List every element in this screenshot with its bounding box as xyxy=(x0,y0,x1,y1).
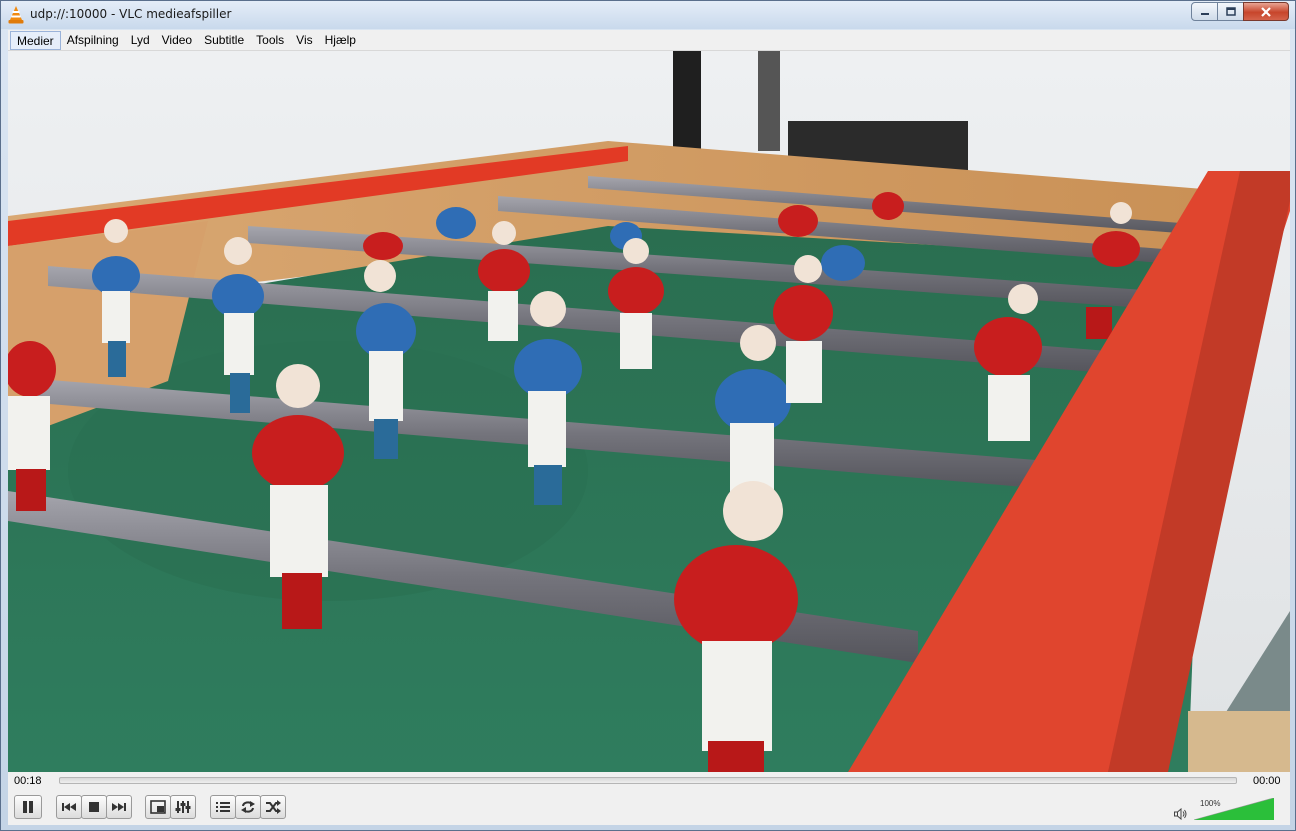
pause-icon xyxy=(23,801,33,813)
video-area[interactable] xyxy=(8,51,1290,772)
menu-lyd[interactable]: Lyd xyxy=(125,31,156,50)
menu-vis[interactable]: Vis xyxy=(290,31,318,50)
previous-button[interactable] xyxy=(56,795,82,819)
menu-tools[interactable]: Tools xyxy=(250,31,290,50)
vlc-window: udp://:10000 - VLC medieafspiller Medier… xyxy=(0,0,1296,831)
menu-afspilning[interactable]: Afspilning xyxy=(61,31,125,50)
shuffle-button[interactable] xyxy=(260,795,286,819)
maximize-button[interactable] xyxy=(1217,2,1244,21)
playlist-button[interactable] xyxy=(210,795,236,819)
elapsed-time: 00:18 xyxy=(14,775,42,787)
menu-subtitle[interactable]: Subtitle xyxy=(198,31,250,50)
speaker-icon[interactable] xyxy=(1174,808,1188,820)
title-bar[interactable]: udp://:10000 - VLC medieafspiller xyxy=(1,1,1295,29)
maximize-icon xyxy=(1225,7,1236,16)
window-controls xyxy=(1191,2,1289,22)
minimize-button[interactable] xyxy=(1191,2,1218,21)
stop-icon xyxy=(89,802,99,812)
window-title: udp://:10000 - VLC medieafspiller xyxy=(30,7,232,21)
close-button[interactable] xyxy=(1243,2,1289,21)
loop-icon xyxy=(241,801,255,813)
vlc-cone-icon xyxy=(8,6,24,24)
menu-video[interactable]: Video xyxy=(156,31,198,50)
menu-bar: Medier Afspilning Lyd Video Subtitle Too… xyxy=(8,30,1290,51)
minimize-icon xyxy=(1200,12,1209,15)
menu-hjaelp[interactable]: Hjælp xyxy=(319,31,362,50)
menu-medier[interactable]: Medier xyxy=(10,30,61,50)
fullscreen-icon xyxy=(150,800,166,814)
fullscreen-button[interactable] xyxy=(145,795,171,819)
control-bar: 00:18 00:00 100% xyxy=(8,772,1290,825)
loop-button[interactable] xyxy=(235,795,261,819)
extended-settings-button[interactable] xyxy=(170,795,196,819)
next-icon xyxy=(112,803,126,811)
seek-slider[interactable] xyxy=(59,777,1237,784)
stop-button[interactable] xyxy=(81,795,107,819)
close-icon xyxy=(1261,6,1271,17)
shuffle-icon xyxy=(266,800,281,814)
volume-percent: 100% xyxy=(1200,799,1221,808)
extended-settings-icon xyxy=(175,801,191,813)
playlist-icon xyxy=(216,802,230,812)
previous-icon xyxy=(62,803,76,811)
pause-button[interactable] xyxy=(14,795,42,819)
video-frame-foosball-table xyxy=(8,51,1290,772)
next-button[interactable] xyxy=(106,795,132,819)
remaining-time: 00:00 xyxy=(1253,775,1281,787)
